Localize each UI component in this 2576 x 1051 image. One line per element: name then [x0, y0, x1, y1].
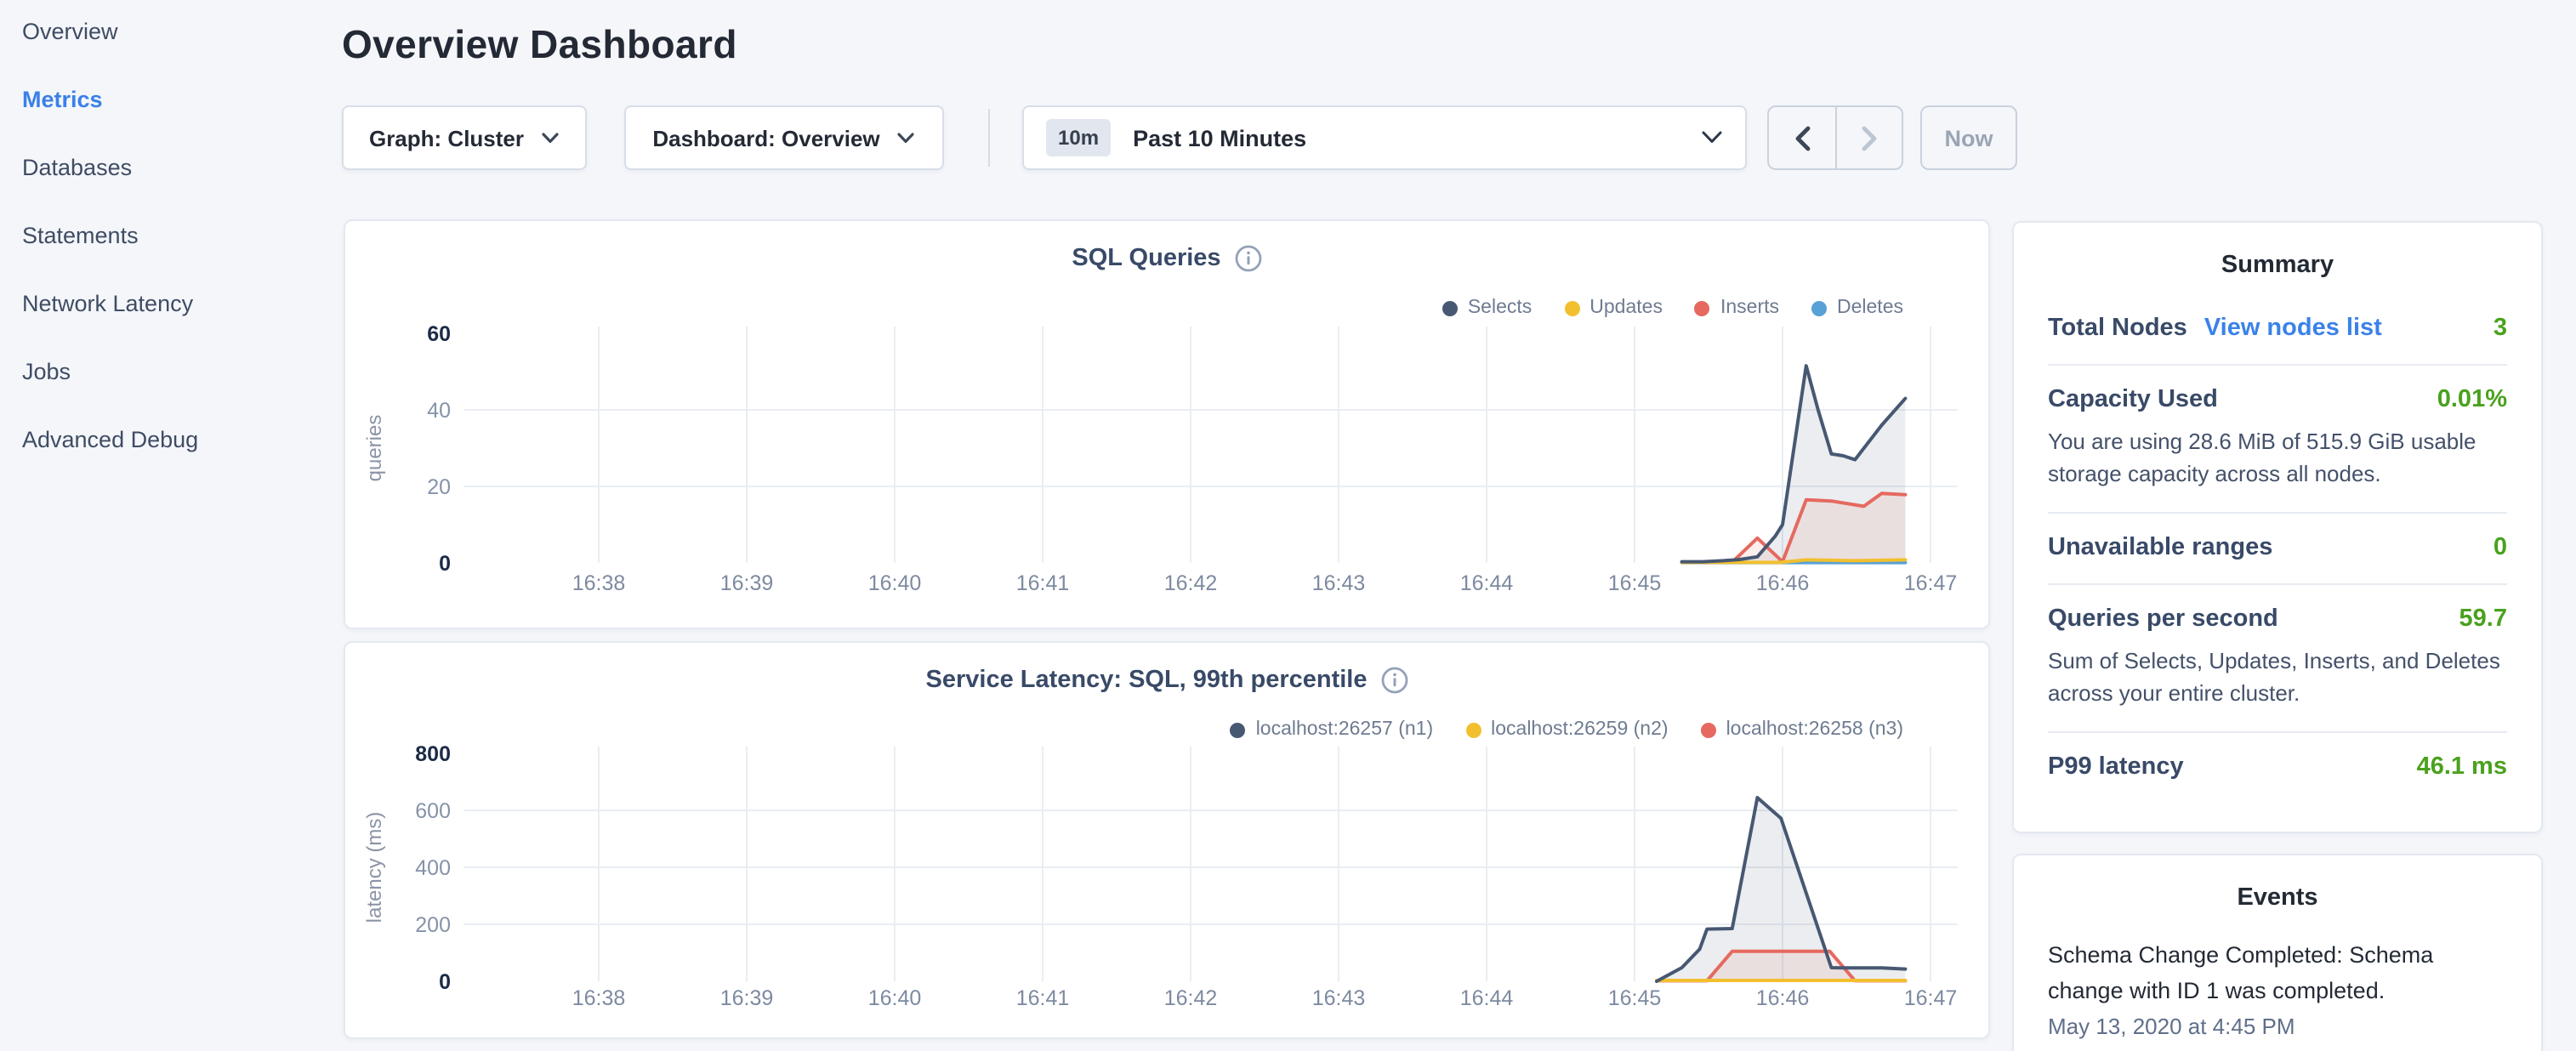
summary-value: 46.1 ms — [2417, 753, 2507, 781]
svg-text:16:45: 16:45 — [1608, 986, 1662, 1010]
next-time-window-button[interactable] — [1835, 107, 1902, 168]
time-range-badge: 10m — [1046, 119, 1111, 156]
svg-text:16:43: 16:43 — [1312, 571, 1366, 595]
sidebar-nav: Overview Metrics Databases Statements Ne… — [22, 19, 328, 495]
sidebar-item-network-latency[interactable]: Network Latency — [22, 291, 328, 318]
time-window-pager — [1767, 105, 1903, 170]
svg-text:16:42: 16:42 — [1164, 571, 1218, 595]
sidebar-item-databases[interactable]: Databases — [22, 155, 328, 182]
summary-value: 59.7 — [2459, 605, 2507, 633]
svg-text:800: 800 — [415, 742, 451, 766]
view-nodes-list-link[interactable]: View nodes list — [2204, 315, 2382, 342]
sidebar-item-overview[interactable]: Overview — [22, 19, 328, 46]
svg-text:0: 0 — [439, 552, 451, 576]
summary-title: Summary — [2014, 223, 2541, 294]
summary-description: Sum of Selects, Updates, Inserts, and De… — [2048, 646, 2507, 709]
event-timestamp: May 13, 2020 at 4:45 PM — [2048, 1014, 2507, 1039]
sql-queries-chart[interactable]: 16:38 16:39 16:40 16:41 16:42 16:43 16:44 16:45… — [345, 221, 1992, 631]
svg-text:latency (ms): latency (ms) — [363, 812, 386, 923]
svg-text:16:44: 16:44 — [1460, 986, 1514, 1010]
svg-text:16:47: 16:47 — [1904, 571, 1958, 595]
summary-body: Total Nodes View nodes list 3 Capacity U… — [2014, 294, 2541, 803]
svg-text:16:39: 16:39 — [720, 986, 774, 1010]
graph-scope-label: Graph: Cluster — [369, 125, 524, 151]
summary-row-total-nodes: Total Nodes View nodes list 3 — [2048, 294, 2507, 366]
summary-label: Total Nodes — [2048, 315, 2187, 342]
sidebar-item-statements[interactable]: Statements — [22, 223, 328, 250]
controls-divider — [988, 109, 990, 167]
events-panel: Events Schema Change Completed: Schema c… — [2012, 854, 2543, 1051]
summary-value: 3 — [2494, 315, 2507, 342]
summary-description: You are using 28.6 MiB of 515.9 GiB usab… — [2048, 427, 2507, 490]
sidebar-item-advanced-debug[interactable]: Advanced Debug — [22, 427, 328, 454]
time-range-selector[interactable]: 10m Past 10 Minutes — [1022, 105, 1747, 170]
svg-text:16:40: 16:40 — [868, 571, 922, 595]
service-latency-chart[interactable]: 16:38 16:39 16:40 16:41 16:42 16:43 16:44 16:45… — [345, 643, 1992, 1041]
svg-text:200: 200 — [415, 913, 451, 937]
svg-text:queries: queries — [363, 415, 386, 482]
dashboard-dropdown[interactable]: Dashboard: Overview — [624, 105, 944, 170]
summary-label: Queries per second — [2048, 605, 2278, 633]
svg-text:16:45: 16:45 — [1608, 571, 1662, 595]
summary-panel: Summary Total Nodes View nodes list 3 Ca… — [2012, 221, 2543, 833]
graph-scope-dropdown[interactable]: Graph: Cluster — [342, 105, 587, 170]
svg-text:0: 0 — [439, 970, 451, 994]
svg-text:40: 40 — [427, 399, 451, 423]
summary-value: 0.01% — [2437, 386, 2507, 413]
svg-text:16:44: 16:44 — [1460, 571, 1514, 595]
app-root: Overview Metrics Databases Statements Ne… — [0, 0, 2576, 1051]
event-list-item[interactable]: Schema Change Completed: Schema change w… — [2014, 927, 2541, 1039]
summary-row-p99-latency: P99 latency 46.1 ms — [2048, 733, 2507, 803]
summary-row-queries-per-second: Queries per second 59.7 Sum of Selects, … — [2048, 585, 2507, 733]
chevron-left-icon — [1794, 125, 1811, 151]
svg-text:16:39: 16:39 — [720, 571, 774, 595]
chevron-down-icon — [541, 132, 560, 144]
event-message: Schema Change Completed: Schema change w… — [2048, 937, 2507, 1008]
svg-text:20: 20 — [427, 475, 451, 499]
svg-text:16:42: 16:42 — [1164, 986, 1218, 1010]
dashboard-dropdown-label: Dashboard: Overview — [652, 125, 879, 151]
dashboard-controls: Graph: Cluster Dashboard: Overview 10m P… — [342, 105, 2017, 170]
svg-text:16:46: 16:46 — [1756, 986, 1810, 1010]
svg-text:16:47: 16:47 — [1904, 986, 1958, 1010]
page-title: Overview Dashboard — [342, 22, 737, 68]
chevron-right-icon — [1861, 125, 1878, 151]
svg-text:600: 600 — [415, 799, 451, 823]
chevron-down-icon — [1701, 131, 1723, 145]
events-title: Events — [2014, 855, 2541, 927]
summary-row-capacity-used: Capacity Used 0.01% You are using 28.6 M… — [2048, 366, 2507, 514]
sidebar-item-jobs[interactable]: Jobs — [22, 359, 328, 386]
sql-queries-card: SQL Queries Selects Updates Inserts Dele… — [344, 219, 1990, 629]
summary-label: Unavailable ranges — [2048, 534, 2272, 561]
svg-text:60: 60 — [427, 322, 451, 346]
svg-text:16:41: 16:41 — [1016, 986, 1070, 1010]
svg-text:16:43: 16:43 — [1312, 986, 1366, 1010]
svg-text:16:41: 16:41 — [1016, 571, 1070, 595]
svg-text:16:40: 16:40 — [868, 986, 922, 1010]
now-button[interactable]: Now — [1920, 105, 2017, 170]
summary-value: 0 — [2494, 534, 2507, 561]
chevron-down-icon — [897, 132, 916, 144]
service-latency-card: Service Latency: SQL, 99th percentile lo… — [344, 641, 1990, 1039]
svg-text:16:38: 16:38 — [572, 986, 626, 1010]
previous-time-window-button[interactable] — [1769, 107, 1835, 168]
time-range-label: Past 10 Minutes — [1133, 125, 1306, 151]
svg-text:16:46: 16:46 — [1756, 571, 1810, 595]
summary-label: Capacity Used — [2048, 386, 2218, 413]
svg-text:400: 400 — [415, 856, 451, 880]
sidebar-item-metrics[interactable]: Metrics — [22, 87, 328, 114]
svg-text:16:38: 16:38 — [572, 571, 626, 595]
summary-row-unavailable-ranges: Unavailable ranges 0 — [2048, 514, 2507, 585]
summary-label: P99 latency — [2048, 753, 2184, 781]
